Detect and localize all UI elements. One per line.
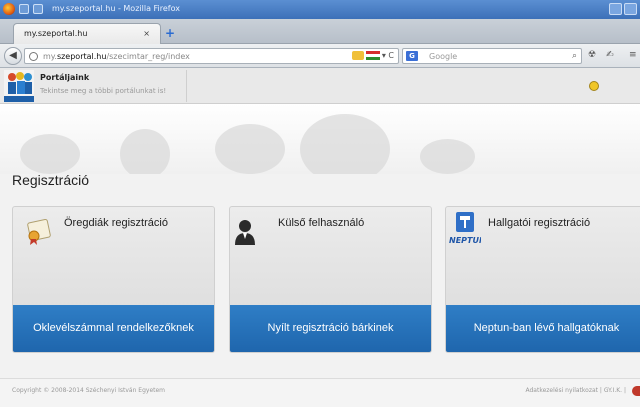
portal-title[interactable]: Portáljaink bbox=[40, 73, 89, 82]
addon-icon[interactable] bbox=[351, 51, 364, 60]
close-tab-icon[interactable]: × bbox=[143, 29, 150, 38]
copyright-text: Copyright © 2008-2014 Széchenyi István E… bbox=[12, 387, 166, 394]
portal-divider bbox=[186, 70, 187, 102]
student-registration-button[interactable]: Neptun-ban lévő hallgatóknak bbox=[446, 305, 640, 352]
url-bar-icons: ▾ C bbox=[351, 51, 394, 60]
page-footer: Copyright © 2008-2014 Széchenyi István E… bbox=[0, 378, 640, 407]
url-path: /szecimtar_reg/index bbox=[106, 52, 190, 61]
globe-icon bbox=[29, 52, 38, 61]
window-pin-icon[interactable] bbox=[33, 4, 43, 14]
card-student-registration[interactable]: NEPTUN Hallgatói regisztráció Neptun-ban… bbox=[445, 206, 640, 353]
bookmark-icon[interactable]: ✍ bbox=[606, 50, 614, 60]
minimize-icon[interactable] bbox=[609, 3, 622, 15]
url-domain: szeportal.hu bbox=[56, 52, 107, 61]
back-arrow-icon: ◀ bbox=[9, 50, 17, 61]
url-bar[interactable]: my.szeportal.hu/szecimtar_reg/index ▾ C bbox=[24, 48, 399, 64]
footer-links[interactable]: Adatkezelési nyilatkozat | GY.I.K. | bbox=[525, 387, 626, 394]
search-icon[interactable]: ⌕ bbox=[572, 51, 577, 61]
alumni-registration-button[interactable]: Oklevélszámmal rendelkezőknek bbox=[13, 305, 214, 352]
window-titlebar: my.szeportal.hu - Mozilla Firefox bbox=[0, 0, 640, 19]
diploma-icon bbox=[27, 218, 51, 245]
footer-badge-icon bbox=[632, 386, 640, 396]
url-prefix: my. bbox=[43, 52, 57, 61]
external-registration-button[interactable]: Nyílt regisztráció bárkinek bbox=[230, 305, 431, 352]
card-title: Öregdiák regisztráció bbox=[64, 217, 168, 229]
window-menu-icon[interactable] bbox=[19, 4, 29, 14]
search-placeholder: Google bbox=[429, 52, 458, 61]
menu-icon[interactable]: ≡ bbox=[629, 50, 637, 60]
szeportal-logo-icon[interactable] bbox=[4, 70, 34, 102]
firefox-logo-icon[interactable] bbox=[3, 3, 15, 15]
page-title: Regisztráció bbox=[12, 172, 90, 188]
tab-strip: my.szeportal.hu × + bbox=[0, 19, 640, 44]
reload-button[interactable]: ▾ C bbox=[382, 51, 394, 60]
card-title: Külső felhasználó bbox=[278, 217, 365, 229]
portal-toolbar: Portáljaink Tekintse meg a többi portálu… bbox=[0, 68, 640, 104]
neptun-icon: NEPTUN bbox=[449, 212, 481, 245]
card-external-user[interactable]: Külső felhasználó Nyílt regisztráció bár… bbox=[229, 206, 432, 353]
search-bar[interactable]: G Google ⌕ bbox=[402, 48, 582, 64]
navigation-bar: ◀ my.szeportal.hu/szecimtar_reg/index ▾ … bbox=[0, 44, 640, 68]
tab-label: my.szeportal.hu bbox=[24, 29, 88, 38]
portal-subtitle: Tekintse meg a többi portálunkat is! bbox=[40, 87, 167, 95]
neptun-label: NEPTUN bbox=[449, 236, 481, 245]
new-tab-icon[interactable]: + bbox=[165, 27, 175, 39]
header-banner bbox=[0, 104, 640, 174]
card-title: Hallgatói regisztráció bbox=[488, 217, 591, 229]
google-search-engine-icon[interactable]: G bbox=[406, 51, 418, 61]
window-title: my.szeportal.hu - Mozilla Firefox bbox=[52, 4, 180, 13]
addon-toolbar-icon[interactable]: ☢ bbox=[588, 50, 596, 60]
maximize-icon[interactable] bbox=[624, 3, 637, 15]
card-alumni-registration[interactable]: Öregdiák regisztráció Oklevélszámmal ren… bbox=[12, 206, 215, 353]
user-icon bbox=[235, 220, 255, 245]
hungarian-flag-icon[interactable] bbox=[365, 51, 380, 60]
back-button[interactable]: ◀ bbox=[4, 47, 22, 65]
tab-szeportal[interactable]: my.szeportal.hu × bbox=[13, 23, 161, 44]
smiley-icon[interactable] bbox=[589, 81, 599, 91]
